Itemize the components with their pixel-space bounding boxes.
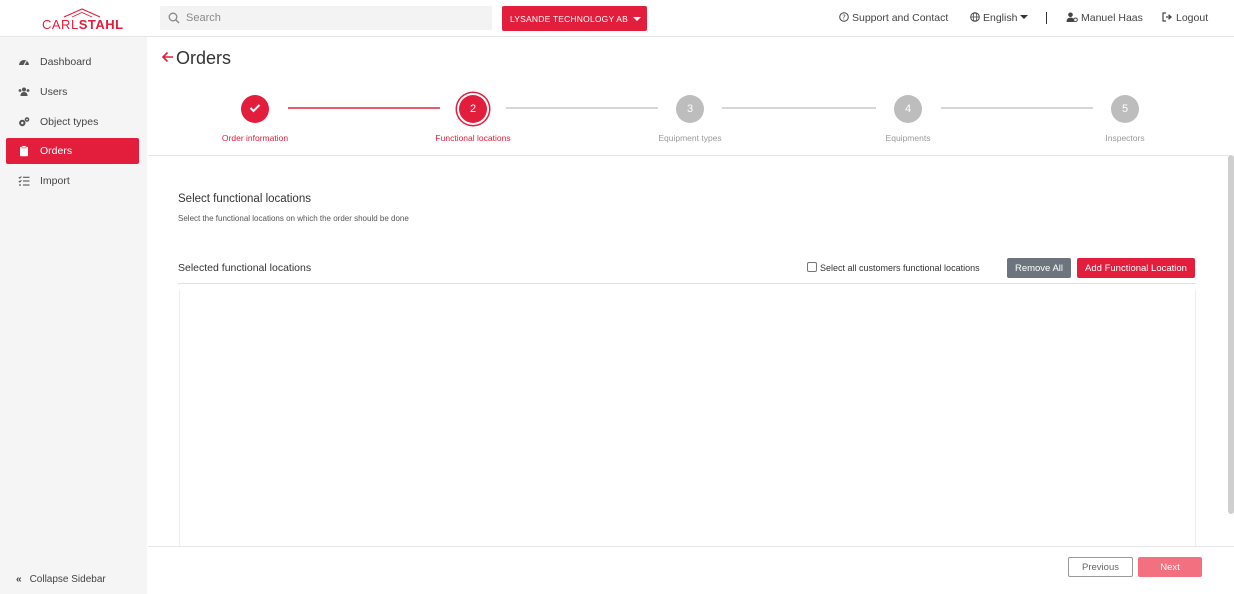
selected-locations-table <box>179 290 1196 546</box>
carl-stahl-logo[interactable]: CARLSTAHL <box>42 8 124 32</box>
list-icon <box>18 176 30 186</box>
previous-button[interactable]: Previous <box>1068 557 1133 577</box>
step-5-label: Inspectors <box>1105 133 1145 143</box>
section-description: Select the functional locations on which… <box>178 214 409 223</box>
clipboard-icon <box>20 145 28 157</box>
back-arrow-icon[interactable] <box>161 50 175 64</box>
step-1-circle[interactable] <box>241 95 269 123</box>
caret-down-icon <box>1020 15 1029 19</box>
add-functional-location-button[interactable]: Add Functional Location <box>1077 258 1195 278</box>
sidebar-item-label: Import <box>40 175 70 187</box>
top-bar: CARLSTAHL LYSANDE TECHNOLOGY AB ? Suppor… <box>0 0 1234 37</box>
header-separator <box>1046 12 1047 24</box>
company-selector[interactable]: LYSANDE TECHNOLOGY AB <box>502 6 647 31</box>
support-label: Support and Contact <box>852 12 949 24</box>
step-5-circle[interactable]: 5 <box>1111 95 1139 123</box>
logo-text: CARLSTAHL <box>42 17 124 32</box>
select-all-checkbox-label[interactable]: Select all customers functional location… <box>807 262 980 273</box>
user-name: Manuel Haas <box>1081 12 1143 24</box>
search-input[interactable] <box>186 6 486 30</box>
gears-icon <box>19 117 30 127</box>
step-2-circle[interactable]: 2 <box>459 95 487 123</box>
user-menu[interactable]: Manuel Haas <box>1066 12 1143 24</box>
question-circle-icon: ? <box>839 12 849 22</box>
table-header-line <box>178 283 1196 284</box>
page-title: Orders <box>176 48 232 68</box>
dashboard-icon <box>19 60 29 66</box>
step-2-label: Functional locations <box>435 133 511 143</box>
logout-label: Logout <box>1176 12 1209 24</box>
search-box[interactable] <box>160 6 492 30</box>
users-icon <box>18 87 30 96</box>
collapse-sidebar-label: Collapse Sidebar <box>29 574 106 585</box>
svg-text:?: ? <box>842 14 846 22</box>
step-1-label: Order information <box>221 133 289 143</box>
section-title: Select functional locations <box>178 193 311 205</box>
double-chevron-left-icon: « <box>16 574 22 585</box>
sign-out-icon <box>1162 12 1172 22</box>
user-cog-icon <box>1066 12 1078 22</box>
step-connector <box>722 107 876 109</box>
remove-all-button[interactable]: Remove All <box>1007 258 1071 278</box>
sidebar-item-dashboard[interactable]: Dashboard <box>6 49 139 75</box>
sidebar-item-label: Dashboard <box>40 56 92 68</box>
step-3-label: Equipment types <box>658 133 722 143</box>
step-connector <box>941 107 1093 109</box>
language-selector[interactable]: English <box>970 12 1029 24</box>
sidebar-item-object-types[interactable]: Object types <box>6 109 139 135</box>
globe-icon <box>970 12 980 22</box>
check-icon <box>249 104 261 113</box>
select-all-checkbox[interactable] <box>807 262 817 272</box>
sidebar: Dashboard Users Object types Orders Impo… <box>0 37 147 594</box>
sidebar-item-label: Users <box>40 86 68 98</box>
caret-down-icon <box>633 17 641 21</box>
sidebar-item-orders[interactable]: Orders <box>6 138 139 164</box>
step-3-circle[interactable]: 3 <box>676 95 704 123</box>
sidebar-item-label: Orders <box>40 145 73 157</box>
selected-locations-title: Selected functional locations <box>178 262 312 274</box>
sidebar-item-import[interactable]: Import <box>6 168 139 194</box>
company-label: LYSANDE TECHNOLOGY AB <box>510 14 629 24</box>
step-connector-done <box>288 107 440 109</box>
select-all-label: Select all customers functional location… <box>820 263 980 273</box>
search-icon <box>168 12 180 24</box>
main-scrollbar[interactable] <box>1228 155 1234 514</box>
collapse-sidebar-button[interactable]: « Collapse Sidebar <box>16 574 106 585</box>
support-link[interactable]: ? Support and Contact <box>839 12 948 24</box>
step-4-label: Equipments <box>885 133 931 143</box>
stepper-divider <box>148 155 1228 156</box>
sidebar-item-users[interactable]: Users <box>6 79 139 105</box>
step-4-circle[interactable]: 4 <box>894 95 922 123</box>
next-button[interactable]: Next <box>1138 557 1202 577</box>
logout-button[interactable]: Logout <box>1162 12 1208 24</box>
step-connector <box>506 107 658 109</box>
language-label: English <box>983 12 1018 24</box>
sidebar-item-label: Object types <box>40 116 99 128</box>
footer-divider <box>148 546 1234 547</box>
